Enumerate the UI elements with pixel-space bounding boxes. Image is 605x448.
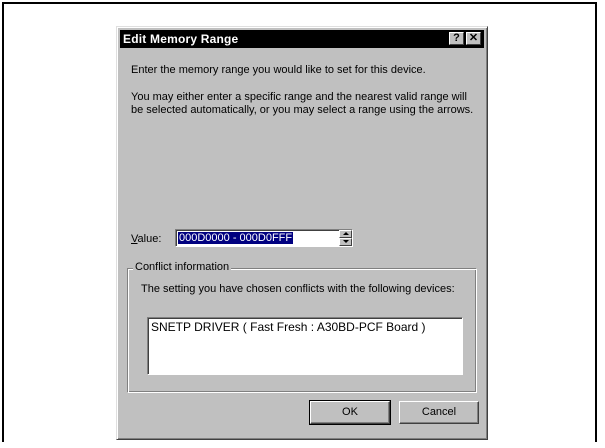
value-selected-text: 000D0000 - 000D0FFF [178, 232, 294, 244]
help-button[interactable]: ? [449, 32, 464, 45]
list-item[interactable]: SNETP DRIVER ( Fast Fresh : A30BD-PCF Bo… [151, 320, 426, 334]
value-label-rest: alue: [137, 233, 162, 245]
spin-down-button[interactable] [339, 238, 352, 246]
question-mark-icon: ? [453, 32, 460, 44]
close-icon: ✕ [468, 32, 479, 44]
description-text: You may either enter a specific range an… [131, 91, 474, 116]
title-bar[interactable]: Edit Memory Range ? ✕ [120, 30, 484, 48]
ok-button[interactable]: OK [309, 400, 391, 425]
conflict-legend: Conflict information [133, 261, 232, 273]
instruction-text: Enter the memory range you would like to… [131, 64, 426, 76]
cancel-button[interactable]: Cancel [399, 401, 479, 424]
value-label: Value: [131, 233, 161, 245]
spin-up-button[interactable] [339, 230, 352, 238]
value-spinner[interactable] [339, 230, 352, 246]
close-button[interactable]: ✕ [466, 32, 481, 45]
up-arrow-icon [343, 232, 349, 235]
down-arrow-icon [343, 240, 349, 243]
dialog-title: Edit Memory Range [123, 32, 239, 46]
conflict-device-list[interactable]: SNETP DRIVER ( Fast Fresh : A30BD-PCF Bo… [147, 317, 463, 375]
edit-memory-range-dialog: Edit Memory Range ? ✕ Enter the memory r… [116, 26, 488, 440]
conflict-description: The setting you have chosen conflicts wi… [141, 283, 455, 295]
value-input[interactable]: 000D0000 - 000D0FFF [175, 229, 353, 247]
